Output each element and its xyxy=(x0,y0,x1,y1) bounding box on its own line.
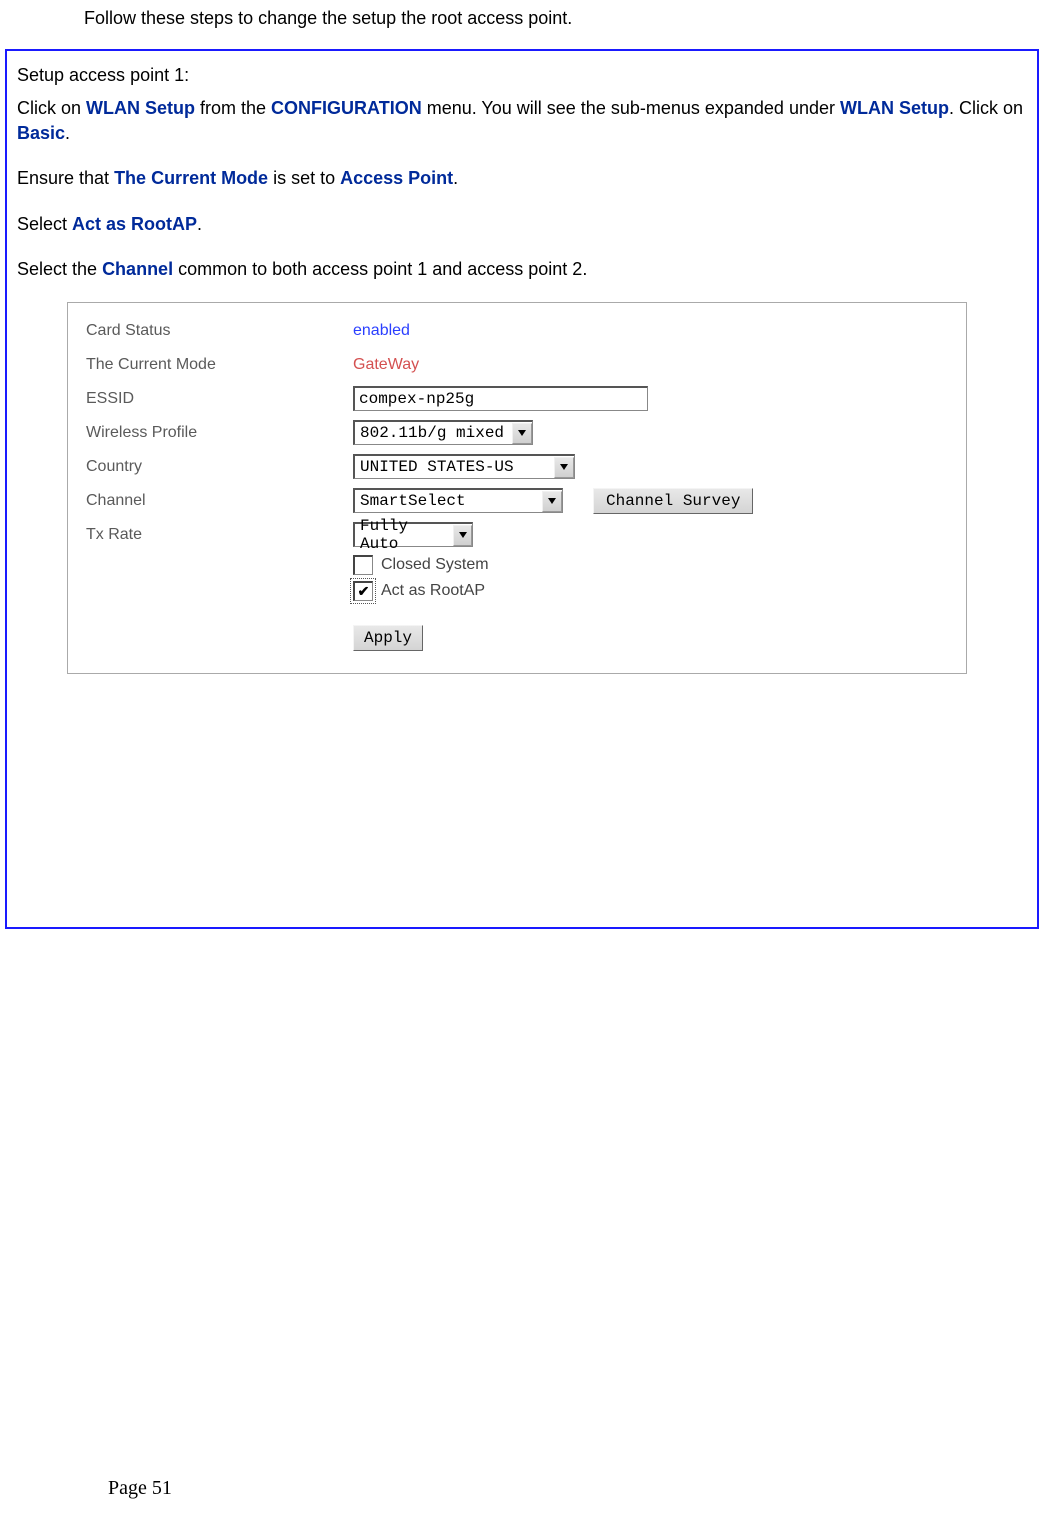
instruction-box: Setup access point 1: Click on WLAN Setu… xyxy=(5,49,1039,929)
step-heading: Setup access point 1: xyxy=(17,65,1027,86)
wireless-profile-value: 802.11b/g mixed xyxy=(358,423,506,443)
text: Click on xyxy=(17,98,86,118)
page-number: Page 51 xyxy=(108,1477,172,1500)
closed-system-label: Closed System xyxy=(381,556,489,574)
text: menu. You will see the sub-menus expande… xyxy=(422,98,840,118)
chevron-down-icon xyxy=(542,491,562,512)
channel-label: Channel xyxy=(86,492,353,510)
wireless-profile-select[interactable]: 802.11b/g mixed xyxy=(353,420,533,445)
check-icon: ✔ xyxy=(358,583,370,600)
card-status-value: enabled xyxy=(353,322,410,340)
instruction-4: Select the Channel common to both access… xyxy=(17,257,1027,282)
wlan-setup-term: WLAN Setup xyxy=(86,98,195,118)
act-as-rootap-checkbox[interactable]: ✔ xyxy=(353,581,373,601)
essid-row: ESSID xyxy=(86,385,948,413)
country-select[interactable]: UNITED STATES-US xyxy=(353,454,575,479)
intro-text: Follow these steps to change the setup t… xyxy=(84,8,1051,29)
text: . Click on xyxy=(949,98,1023,118)
wlan-setup-term: WLAN Setup xyxy=(840,98,949,118)
channel-survey-button[interactable]: Channel Survey xyxy=(593,488,753,514)
chevron-down-icon xyxy=(554,457,574,478)
text: from the xyxy=(195,98,271,118)
access-point-term: Access Point xyxy=(340,168,453,188)
chevron-down-icon xyxy=(512,423,532,444)
closed-system-row: Closed System xyxy=(353,555,948,575)
channel-value: SmartSelect xyxy=(358,491,468,511)
act-as-rootap-label: Act as RootAP xyxy=(381,582,485,600)
tx-rate-row: Tx Rate Fully Auto xyxy=(86,521,948,549)
channel-row: Channel SmartSelect Channel Survey xyxy=(86,487,948,515)
act-as-rootap-term: Act as RootAP xyxy=(72,214,197,234)
config-form-panel: Card Status enabled The Current Mode Gat… xyxy=(67,302,967,674)
essid-input[interactable] xyxy=(353,386,648,411)
essid-label: ESSID xyxy=(86,390,353,408)
act-as-rootap-row: ✔ Act as RootAP xyxy=(353,581,948,601)
tx-rate-label: Tx Rate xyxy=(86,526,353,544)
text: . xyxy=(453,168,458,188)
text: . xyxy=(197,214,202,234)
wireless-profile-label: Wireless Profile xyxy=(86,424,353,442)
text: Ensure that xyxy=(17,168,114,188)
country-value: UNITED STATES-US xyxy=(358,457,516,477)
current-mode-value: GateWay xyxy=(353,356,419,374)
current-mode-term: The Current Mode xyxy=(114,168,268,188)
channel-term: Channel xyxy=(102,259,173,279)
apply-button[interactable]: Apply xyxy=(353,625,423,651)
current-mode-row: The Current Mode GateWay xyxy=(86,351,948,379)
text: Select the xyxy=(17,259,102,279)
card-status-row: Card Status enabled xyxy=(86,317,948,345)
wireless-profile-row: Wireless Profile 802.11b/g mixed xyxy=(86,419,948,447)
instruction-2: Ensure that The Current Mode is set to A… xyxy=(17,166,1027,191)
instruction-1: Click on WLAN Setup from the CONFIGURATI… xyxy=(17,96,1027,146)
tx-rate-select[interactable]: Fully Auto xyxy=(353,522,473,547)
channel-select[interactable]: SmartSelect xyxy=(353,488,563,513)
instruction-3: Select Act as RootAP. xyxy=(17,212,1027,237)
text: is set to xyxy=(268,168,340,188)
basic-term: Basic xyxy=(17,123,65,143)
current-mode-label: The Current Mode xyxy=(86,356,353,374)
chevron-down-icon xyxy=(453,525,472,546)
card-status-label: Card Status xyxy=(86,322,353,340)
text: . xyxy=(65,123,70,143)
text: common to both access point 1 and access… xyxy=(173,259,587,279)
closed-system-checkbox[interactable] xyxy=(353,555,373,575)
country-row: Country UNITED STATES-US xyxy=(86,453,948,481)
configuration-term: CONFIGURATION xyxy=(271,98,422,118)
country-label: Country xyxy=(86,458,353,476)
apply-row: Apply xyxy=(353,625,948,651)
text: Select xyxy=(17,214,72,234)
tx-rate-value: Fully Auto xyxy=(358,516,451,554)
